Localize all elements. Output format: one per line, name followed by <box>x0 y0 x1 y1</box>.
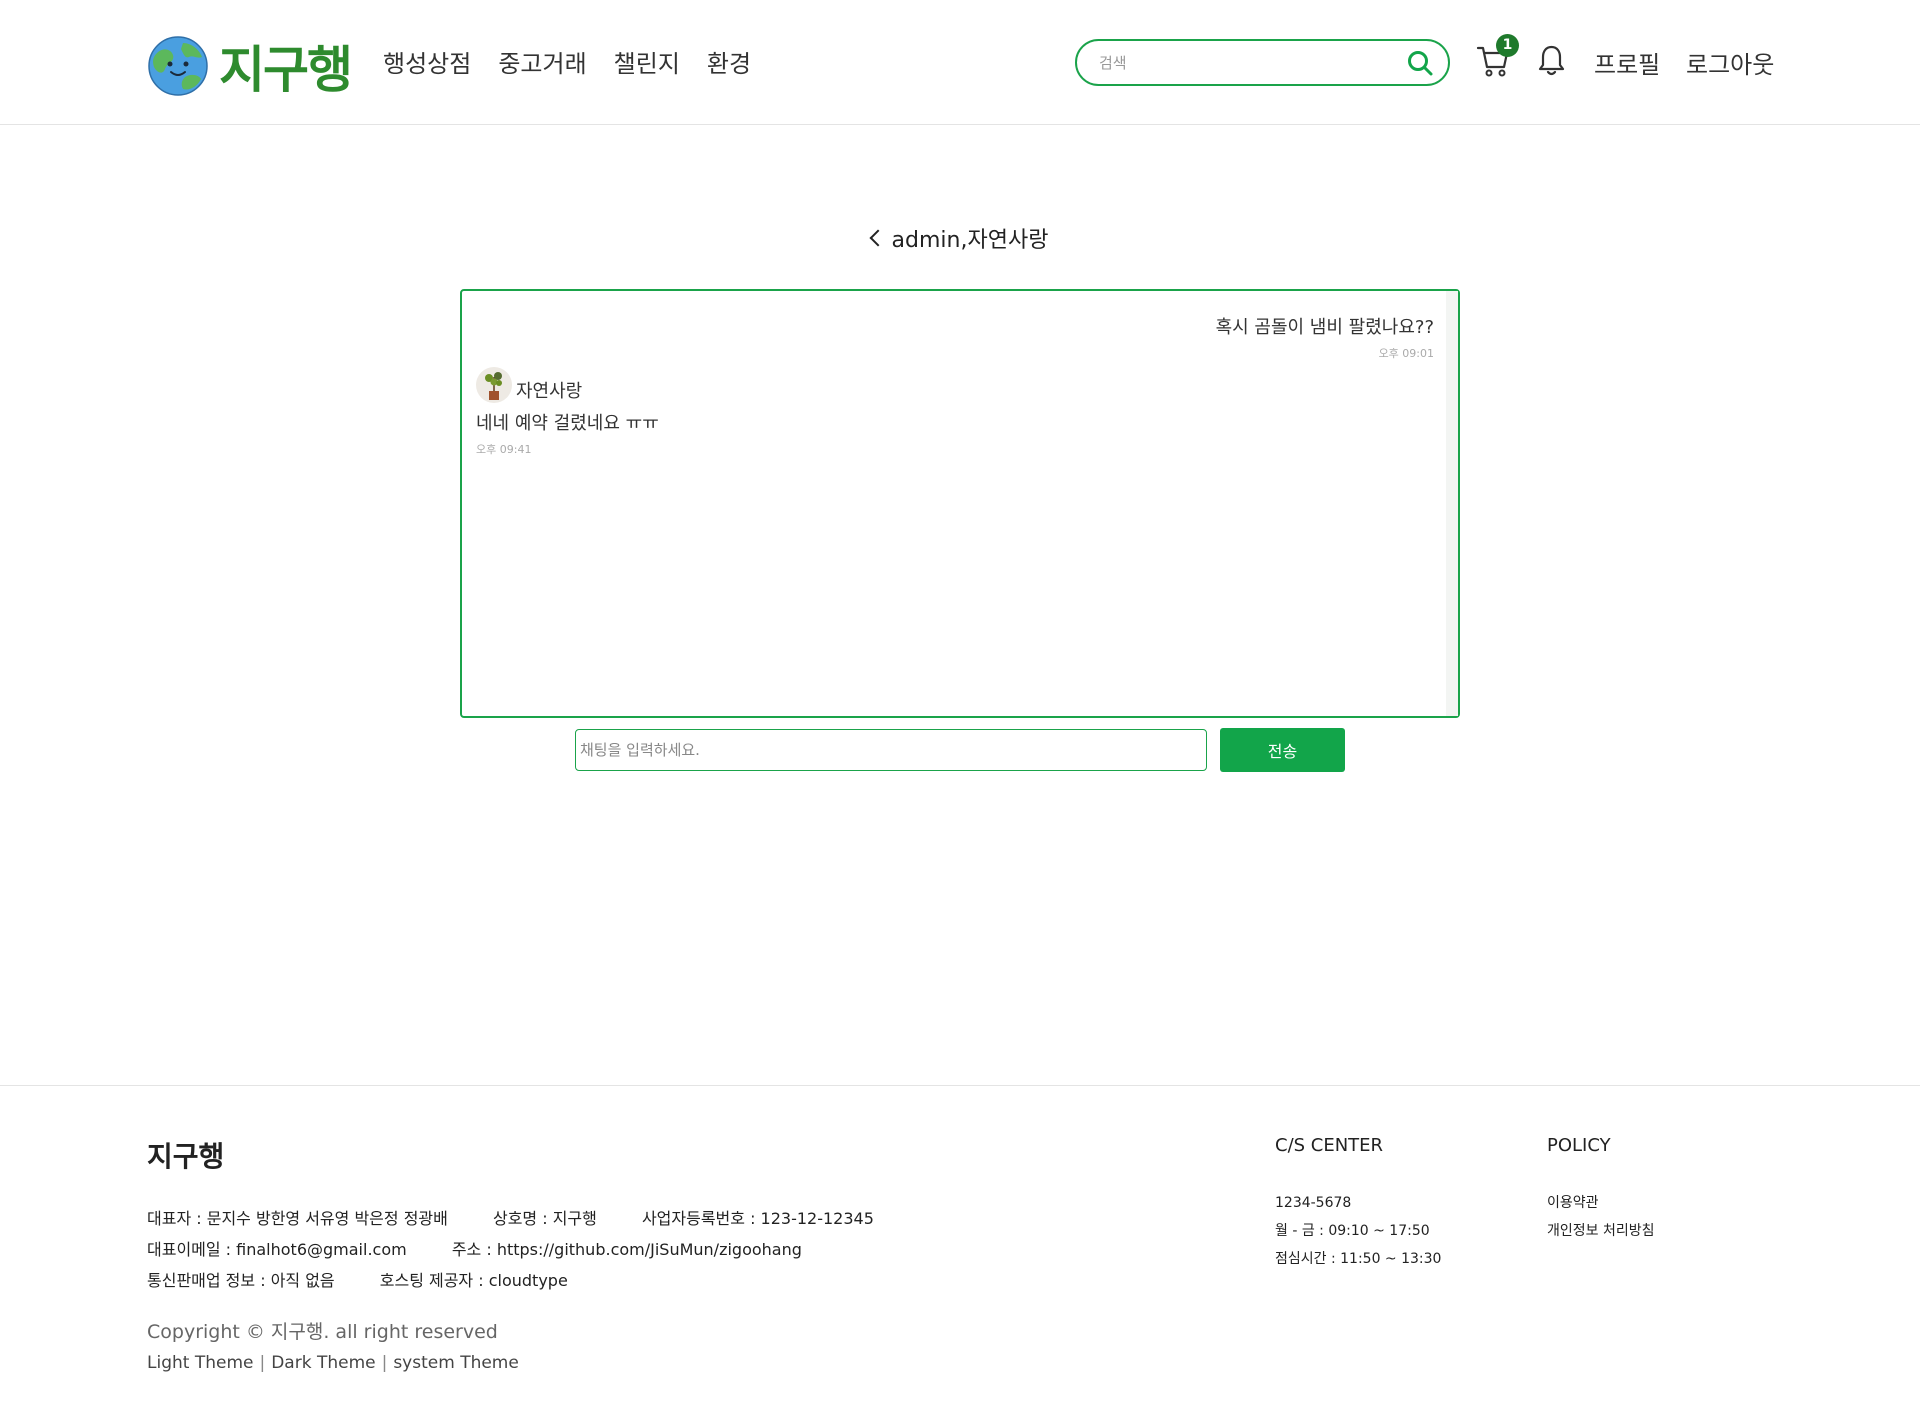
avatar-plant-icon <box>485 372 502 400</box>
copyright: Copyright © 지구행. all right reserved <box>147 1321 498 1343</box>
bell-icon[interactable] <box>1537 44 1566 78</box>
cs-phone: 1234-5678 <box>1275 1195 1352 1211</box>
message-text: 네네 예약 걸렸네요 ㅠㅠ <box>476 413 659 434</box>
message-text: 혹시 곰돌이 냄비 팔렸나요?? <box>1215 317 1434 338</box>
chat-message-outgoing: 혹시 곰돌이 냄비 팔렸나요?? 오후 09:01 <box>1216 313 1434 361</box>
search-icon[interactable] <box>1406 49 1434 77</box>
theme-system-link[interactable]: system Theme <box>393 1353 519 1373</box>
nav-item-challenge[interactable]: 챌린지 <box>614 44 680 79</box>
message-time: 오후 09:41 <box>476 443 532 456</box>
info-email: 대표이메일 : finalhot6@gmail.com <box>147 1240 407 1259</box>
cs-title: C/S CENTER <box>1275 1135 1384 1156</box>
footer-brand: 지구행 <box>147 1140 225 1173</box>
logo[interactable]: 지구행 <box>147 30 353 102</box>
chevron-left-icon <box>869 229 887 247</box>
theme-dark-link[interactable]: Dark Theme <box>271 1353 375 1373</box>
chat-title-bar: admin,자연사랑 <box>0 222 1920 254</box>
theme-light-link[interactable]: Light Theme <box>147 1353 253 1373</box>
info-address: 주소 : https://github.com/JiSuMun/zigoohan… <box>451 1240 802 1259</box>
info-representative: 대표자 : 문지수 방한영 서유영 박은정 정광배 <box>147 1209 448 1228</box>
send-button[interactable]: 전송 <box>1220 728 1345 772</box>
search-box <box>1075 39 1450 86</box>
chat-message-incoming: 자연사랑 네네 예약 걸렸네요 ㅠㅠ 오후 09:41 <box>476 367 659 457</box>
cs-hours: 월 - 금 : 09:10 ~ 17:50 <box>1275 1223 1430 1239</box>
info-hosting: 호스팅 제공자 : cloudtype <box>379 1271 568 1290</box>
info-company-name: 상호명 : 지구행 <box>492 1209 597 1228</box>
chat-message-list[interactable]: 혹시 곰돌이 냄비 팔렸나요?? 오후 09:01 자연사랑 네네 예약 걸렸네… <box>460 289 1460 718</box>
nav-item-used-trade[interactable]: 중고거래 <box>498 44 586 79</box>
message-sender: 자연사랑 <box>476 367 659 403</box>
terms-link[interactable]: 이용약관 <box>1547 1189 1655 1217</box>
cs-lunch: 점심시간 : 11:50 ~ 13:30 <box>1275 1251 1442 1267</box>
theme-switcher: Light Theme | Dark Theme | system Theme <box>147 1353 519 1373</box>
main-nav: 행성상점 중고거래 챌린지 환경 <box>383 44 751 79</box>
info-business-number: 사업자등록번호 : 123-12-12345 <box>641 1209 874 1228</box>
nav-item-planet-store[interactable]: 행성상점 <box>383 44 471 79</box>
back-button[interactable]: admin,자연사랑 <box>869 222 1049 254</box>
policy-title: POLICY <box>1547 1135 1611 1156</box>
logo-text: 지구행 <box>219 41 353 99</box>
nav-item-environment[interactable]: 환경 <box>707 44 751 79</box>
profile-link[interactable]: 프로필 <box>1594 45 1660 80</box>
info-row: 대표이메일 : finalhot6@gmail.com 주소 : https:/… <box>147 1234 914 1265</box>
info-mail-order: 통신판매업 정보 : 아직 없음 <box>147 1271 335 1290</box>
message-time: 오후 09:01 <box>1378 347 1434 360</box>
info-row: 대표자 : 문지수 방한영 서유영 박은정 정광배 상호명 : 지구행 사업자등… <box>147 1203 914 1234</box>
policy: POLICY 이용약관 개인정보 처리방침 <box>1547 1135 1655 1245</box>
logout-link[interactable]: 로그아웃 <box>1686 45 1774 80</box>
company-info: 대표자 : 문지수 방한영 서유영 박은정 정광배 상호명 : 지구행 사업자등… <box>147 1203 914 1296</box>
privacy-policy-link[interactable]: 개인정보 처리방침 <box>1547 1217 1655 1245</box>
cs-center: C/S CENTER 1234-5678 월 - 금 : 09:10 ~ 17:… <box>1275 1135 1441 1273</box>
chat-input[interactable] <box>575 729 1207 771</box>
sender-name: 자연사랑 <box>516 381 583 402</box>
globe-logo-icon <box>148 36 208 96</box>
chat-title: admin,자연사랑 <box>891 228 1049 253</box>
chat-scrollbar[interactable] <box>1446 291 1458 716</box>
info-row: 통신판매업 정보 : 아직 없음 호스팅 제공자 : cloudtype <box>147 1265 914 1296</box>
cart-count-badge: 1 <box>1496 34 1519 57</box>
site-header: 지구행 행성상점 중고거래 챌린지 환경 1 프로필 로그아웃 <box>0 0 1920 125</box>
avatar <box>476 367 512 403</box>
search-input[interactable] <box>1099 51 1389 75</box>
site-footer: 지구행 대표자 : 문지수 방한영 서유영 박은정 정광배 상호명 : 지구행 … <box>0 1085 1920 1422</box>
